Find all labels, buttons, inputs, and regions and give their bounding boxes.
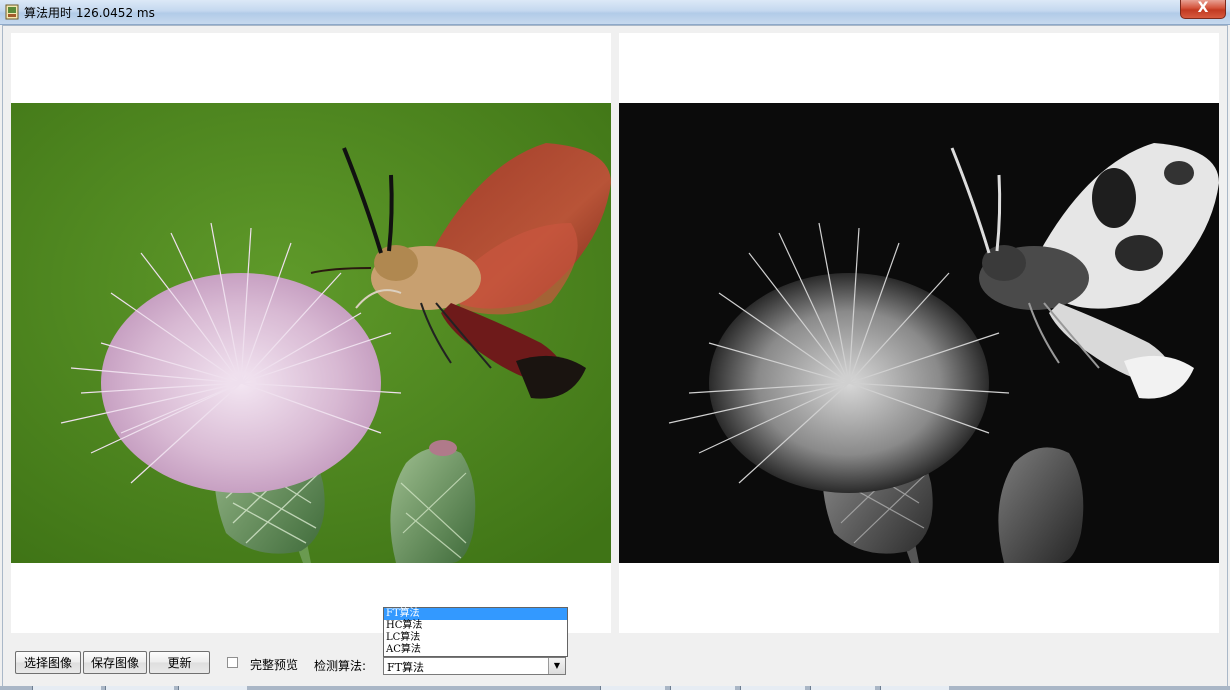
full-preview-label: 完整预览 — [250, 658, 299, 672]
taskbar-button[interactable] — [740, 686, 805, 690]
taskbar-button[interactable] — [105, 686, 174, 690]
algorithm-combobox[interactable]: FT算法 ▼ — [383, 657, 566, 675]
close-button[interactable]: X — [1180, 0, 1226, 19]
title-bar[interactable]: 算法用时 126.0452 ms X — [0, 0, 1230, 25]
saliency-image-panel — [619, 33, 1219, 633]
taskbar-button[interactable] — [810, 686, 875, 690]
algorithm-label: 检测算法: — [314, 659, 367, 673]
original-image — [11, 103, 611, 563]
taskbar-button[interactable] — [178, 686, 247, 690]
saliency-image — [619, 103, 1219, 563]
close-icon: X — [1197, 0, 1209, 16]
algorithm-option-lc[interactable]: LC算法 — [384, 632, 567, 644]
select-image-button[interactable]: 选择图像 — [15, 651, 81, 674]
taskbar-button[interactable] — [670, 686, 735, 690]
algorithm-selected-value: FT算法 — [387, 661, 424, 674]
chevron-down-icon[interactable]: ▼ — [548, 658, 565, 674]
update-button[interactable]: 更新 — [149, 651, 210, 674]
window-title: 算法用时 126.0452 ms — [24, 6, 155, 20]
algorithm-option-hc[interactable]: HC算法 — [384, 620, 567, 632]
app-icon — [5, 4, 19, 20]
save-image-button[interactable]: 保存图像 — [83, 651, 147, 674]
taskbar-button[interactable] — [600, 686, 665, 690]
original-image-panel — [11, 33, 611, 633]
algorithm-option-ft[interactable]: FT算法 — [384, 608, 567, 620]
taskbar-button[interactable] — [32, 686, 101, 690]
algorithm-option-ac[interactable]: AC算法 — [384, 644, 567, 656]
full-preview-checkbox[interactable] — [227, 657, 238, 668]
taskbar-button[interactable] — [880, 686, 949, 690]
taskbar-edge — [0, 686, 1230, 690]
algorithm-dropdown-list[interactable]: FT算法 HC算法 LC算法 AC算法 — [383, 607, 568, 657]
